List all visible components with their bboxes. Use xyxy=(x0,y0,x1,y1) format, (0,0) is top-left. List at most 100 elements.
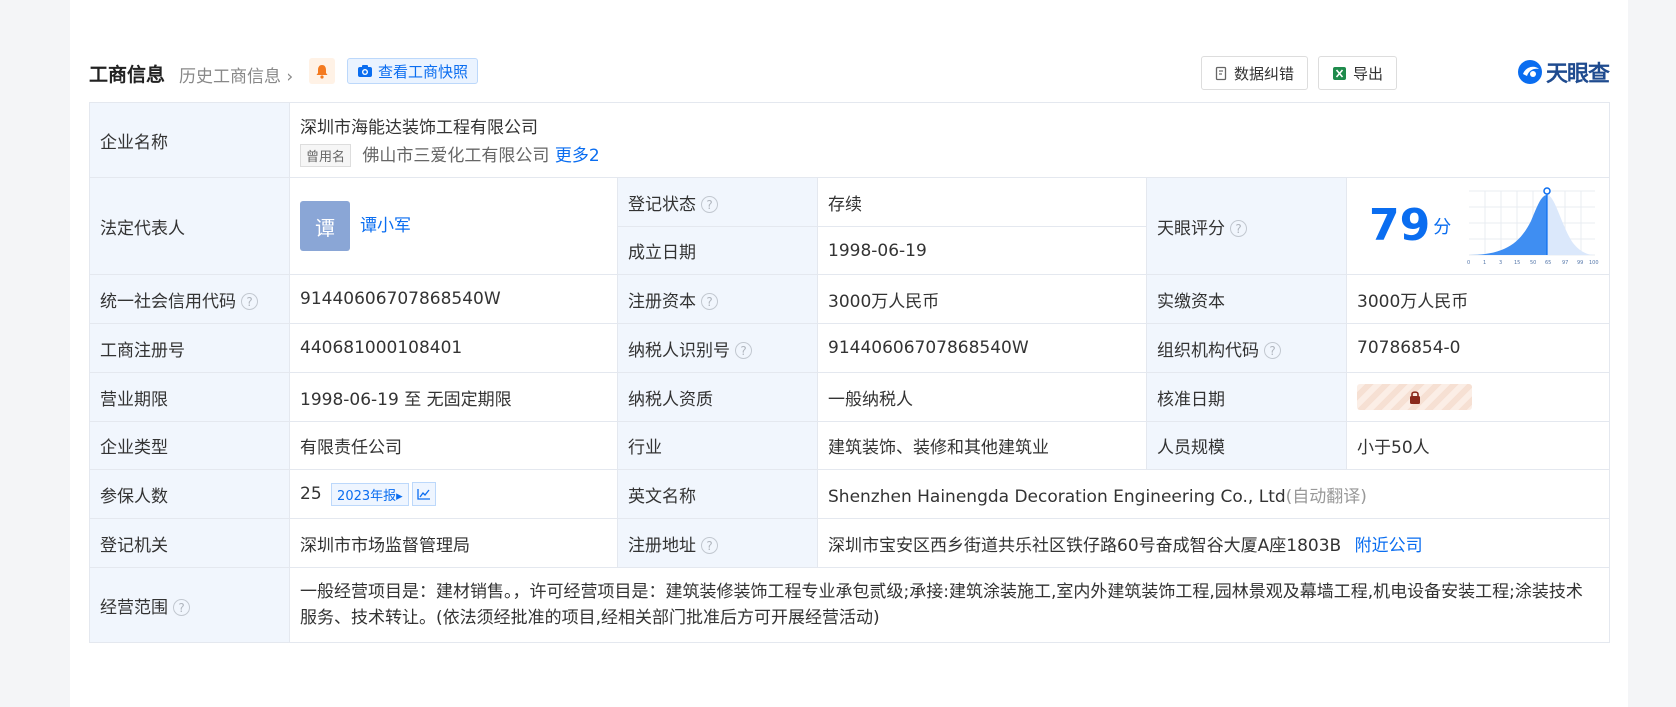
industry: 建筑装饰、装修和其他建筑业 xyxy=(817,421,1147,470)
chart-tick: 0 xyxy=(1467,260,1470,266)
chevron-right-icon: › xyxy=(281,67,294,87)
chart-tick: 65 xyxy=(1545,260,1551,266)
taxpayer-id: 91440606707868540W xyxy=(817,323,1147,373)
locked-value[interactable] xyxy=(1357,384,1472,410)
auto-translate-note: (自动翻译) xyxy=(1285,486,1367,507)
approve-date-label: 核准日期 xyxy=(1146,372,1347,422)
authority: 深圳市市场监督管理局 xyxy=(289,518,618,568)
history-link[interactable]: 历史工商信息 › xyxy=(179,62,293,87)
annual-report-button[interactable]: 2023年报▸ xyxy=(331,482,409,506)
data-correction-button[interactable]: 数据纠错 xyxy=(1201,56,1309,90)
help-icon[interactable]: ? xyxy=(173,599,190,616)
company-type: 有限责任公司 xyxy=(289,421,618,470)
help-icon[interactable]: ? xyxy=(701,196,718,213)
score-distribution-chart: 0 1 3 15 50 65 97 99 100 xyxy=(1467,187,1599,266)
credit-code: 91440606707868540W xyxy=(289,274,618,324)
staff: 小于50人 xyxy=(1345,421,1611,470)
score-label: 天眼评分? xyxy=(1146,177,1347,275)
bell-icon[interactable] xyxy=(309,58,335,84)
company-type-label: 企业类型 xyxy=(89,421,290,470)
lock-icon xyxy=(1409,391,1420,404)
help-icon[interactable]: ? xyxy=(241,293,258,310)
table-row: 法定代表人 谭谭小军 登记状态? 存续 天眼评分? 79 分 0 1 3 15 … xyxy=(89,177,1611,275)
found-date-label: 成立日期 xyxy=(617,226,818,275)
table-row: 营业期限 1998-06-19 至 无固定期限 纳税人资质 一般纳税人 核准日期 xyxy=(89,372,1611,422)
chart-tick: 3 xyxy=(1499,260,1502,266)
insured-count: 25 xyxy=(300,484,322,504)
tianyancha-logo-icon xyxy=(1517,60,1542,84)
address: 深圳市宝安区西乡街道共乐社区铁仔路60号奋成智谷大厦A座1803B xyxy=(828,535,1342,556)
camera-icon xyxy=(358,65,372,77)
tax-qual: 一般纳税人 xyxy=(817,372,1147,422)
found-date: 1998-06-19 xyxy=(817,226,1147,275)
section-title: 工商信息 xyxy=(89,64,166,86)
chart-tick: 97 xyxy=(1562,260,1568,266)
company-name-label: 企业名称 xyxy=(89,102,290,178)
en-name: Shenzhen Hainengda Decoration Engineerin… xyxy=(828,486,1286,507)
trend-chart-icon[interactable] xyxy=(411,482,436,506)
snapshot-button[interactable]: 查看工商快照 xyxy=(347,58,479,84)
score-unit: 分 xyxy=(1433,217,1452,238)
legal-rep-cell: 谭谭小军 xyxy=(289,177,618,275)
approve-date-cell xyxy=(1345,372,1611,422)
chart-tick: 50 xyxy=(1530,260,1536,266)
excel-icon xyxy=(1333,66,1346,80)
paid-capital-label: 实缴资本 xyxy=(1146,274,1347,324)
reg-capital-label: 注册资本? xyxy=(617,274,818,324)
authority-label: 登记机关 xyxy=(89,518,290,568)
help-icon[interactable]: ? xyxy=(1264,342,1281,359)
help-icon[interactable]: ? xyxy=(735,342,752,359)
tianyan-score: 79 xyxy=(1369,200,1431,251)
chart-tick: 15 xyxy=(1514,260,1520,266)
chart-tick: 1 xyxy=(1483,260,1486,266)
chart-tick: 99 xyxy=(1577,260,1583,266)
table-row: 经营范围? 一般经营项目是：建材销售。，许可经营项目是：建筑装修装饰工程专业承包… xyxy=(89,567,1611,643)
chart-tick: 100 xyxy=(1589,260,1599,266)
en-name-label: 英文名称 xyxy=(617,469,818,519)
org-code: 70786854-0 xyxy=(1345,323,1611,373)
section-header: 工商信息 历史工商信息 › 查看工商快照 数据纠错 导出 天眼查 xyxy=(89,56,1610,90)
table-row: 统一社会信用代码? 91440606707868540W 注册资本? 3000万… xyxy=(89,274,1611,324)
table-row: 参保人数 25 2023年报▸ 英文名称 Shenzhen Hainengda … xyxy=(89,469,1611,519)
table-row: 工商注册号 440681000108401 纳税人识别号? 9144060670… xyxy=(89,323,1611,373)
reg-no: 440681000108401 xyxy=(289,323,618,373)
reg-status-label: 登记状态? xyxy=(617,177,818,227)
help-icon[interactable]: ? xyxy=(701,293,718,310)
table-row: 企业名称 深圳市海能达装饰工程有限公司 曾用名 佛山市三爱化工有限公司 更多2 xyxy=(89,102,1611,178)
business-scope: 一般经营项目是：建材销售。，许可经营项目是：建筑装修装饰工程专业承包贰级;承接:… xyxy=(288,567,1611,643)
credit-code-label: 统一社会信用代码? xyxy=(89,274,290,324)
term: 1998-06-19 至 无固定期限 xyxy=(289,372,618,422)
table-row: 企业类型 有限责任公司 行业 建筑装饰、装修和其他建筑业 人员规模 小于50人 xyxy=(89,421,1611,470)
table-row: 登记机关 深圳市市场监督管理局 注册地址? 深圳市宝安区西乡街道共乐社区铁仔路6… xyxy=(89,518,1611,568)
insured-cell: 25 2023年报▸ xyxy=(289,469,618,519)
reg-no-label: 工商注册号 xyxy=(89,323,290,373)
help-icon[interactable]: ? xyxy=(701,537,718,554)
taxpayer-id-label: 纳税人识别号? xyxy=(617,323,818,373)
former-name-tag: 曾用名 xyxy=(300,144,352,168)
reg-status: 存续 xyxy=(817,177,1147,227)
company-name-cell: 深圳市海能达装饰工程有限公司 曾用名 佛山市三爱化工有限公司 更多2 xyxy=(288,102,1611,178)
org-code-label: 组织机构代码? xyxy=(1146,323,1347,373)
more-former-names-link[interactable]: 更多2 xyxy=(555,146,600,166)
former-name: 佛山市三爱化工有限公司 xyxy=(362,145,550,166)
export-button[interactable]: 导出 xyxy=(1318,56,1398,90)
score-cell: 79 分 0 1 3 15 50 65 97 99 100 xyxy=(1345,177,1611,275)
address-cell: 深圳市宝安区西乡街道共乐社区铁仔路60号奋成智谷大厦A座1803B 附近公司 xyxy=(816,518,1611,568)
tianyancha-logo: 天眼查 xyxy=(1517,56,1610,88)
business-info-table: 企业名称 深圳市海能达装饰工程有限公司 曾用名 佛山市三爱化工有限公司 更多2 … xyxy=(89,102,1611,643)
document-edit-icon xyxy=(1215,66,1227,80)
help-icon[interactable]: ? xyxy=(1230,220,1247,237)
term-label: 营业期限 xyxy=(89,372,290,422)
tax-qual-label: 纳税人资质 xyxy=(617,372,818,422)
reg-capital: 3000万人民币 xyxy=(817,274,1147,324)
legal-rep-label: 法定代表人 xyxy=(89,177,290,275)
en-name-cell: Shenzhen Hainengda Decoration Engineerin… xyxy=(816,469,1611,519)
legal-rep-name[interactable]: 谭小军 xyxy=(360,216,411,236)
caret-right-icon: ▸ xyxy=(396,488,403,504)
insured-label: 参保人数 xyxy=(89,469,290,519)
industry-label: 行业 xyxy=(617,421,818,470)
scope-label: 经营范围? xyxy=(89,567,290,643)
nearby-companies-link[interactable]: 附近公司 xyxy=(1355,536,1423,556)
avatar: 谭 xyxy=(300,201,350,251)
paid-capital: 3000万人民币 xyxy=(1345,274,1611,324)
